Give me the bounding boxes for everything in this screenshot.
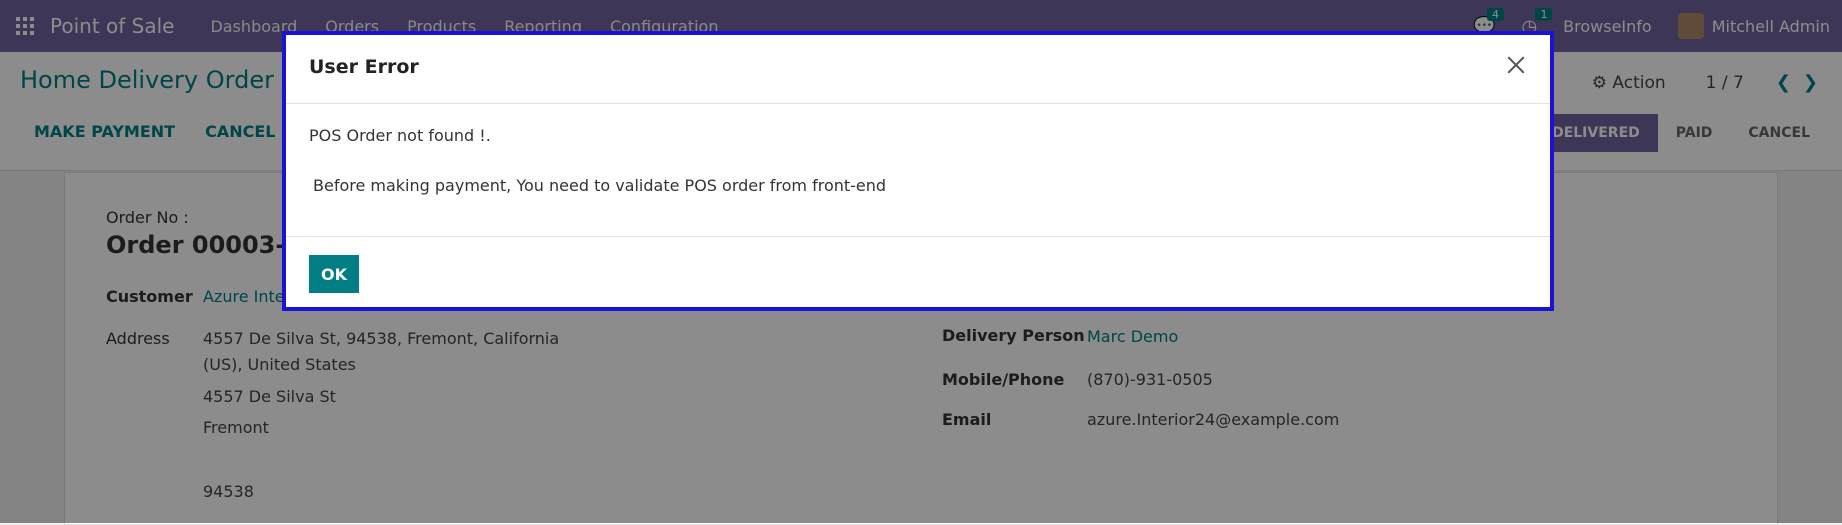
close-icon[interactable]	[1500, 49, 1532, 81]
ok-button[interactable]: OK	[309, 255, 359, 293]
user-error-dialog: User Error POS Order not found !. Before…	[282, 31, 1554, 311]
dialog-header: User Error	[286, 35, 1550, 104]
dialog-title: User Error	[309, 56, 419, 78]
dialog-body: POS Order not found !. Before making pay…	[286, 104, 1550, 237]
error-detail: Before making payment, You need to valid…	[313, 176, 887, 195]
dialog-footer: OK	[286, 237, 1550, 313]
error-message: POS Order not found !.	[309, 126, 491, 145]
